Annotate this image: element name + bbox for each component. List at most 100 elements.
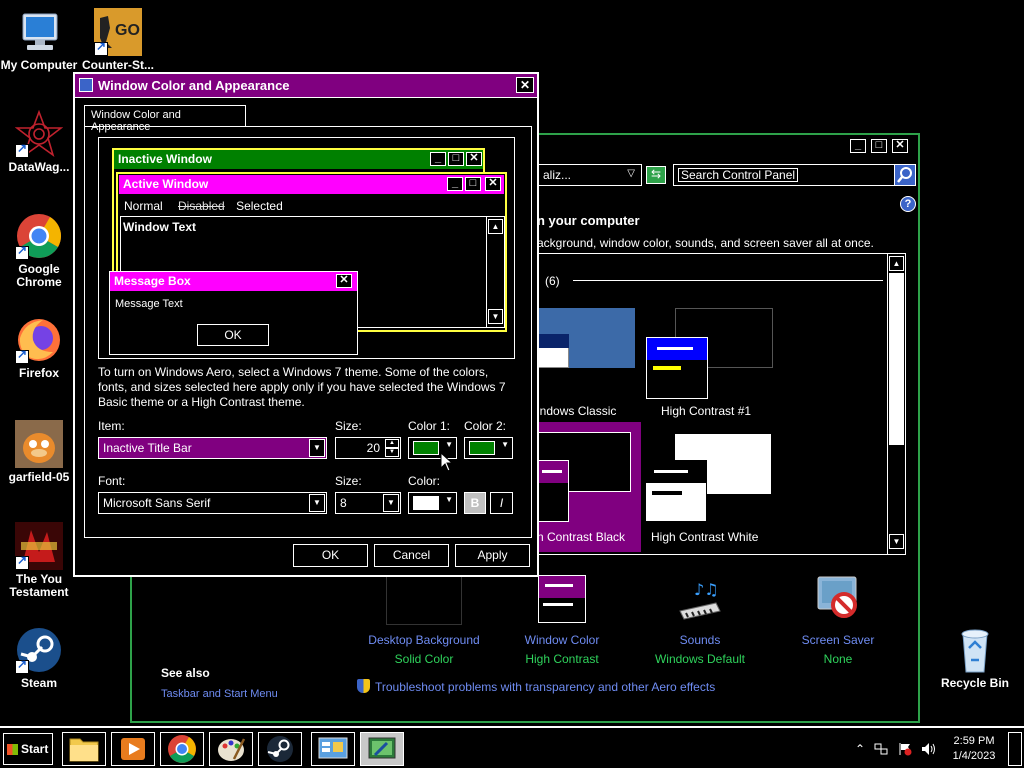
- show-hidden-icons-button[interactable]: ⌃: [855, 742, 865, 756]
- preview-scrollbar: ▲ ▼: [486, 217, 504, 327]
- dialog-app-icon: [79, 78, 93, 92]
- search-input[interactable]: Search Control Panel: [678, 168, 799, 182]
- font-color-button[interactable]: ▼: [408, 492, 457, 514]
- screen-saver-link[interactable]: Screen Saver None: [778, 575, 898, 666]
- spin-down-button[interactable]: ▼: [385, 448, 399, 457]
- theme-high-contrast-1[interactable]: [646, 308, 773, 399]
- theme-label: High Contrast White: [651, 530, 759, 544]
- window-color-link[interactable]: Window Color High Contrast: [502, 575, 622, 666]
- cancel-button[interactable]: Cancel: [374, 544, 449, 567]
- desktop-icon-label: My Computer: [0, 58, 78, 72]
- window-color-icon: [538, 575, 586, 623]
- tab-window-color-appearance[interactable]: Window Color and Appearance: [84, 105, 246, 133]
- see-also-heading: See also: [161, 666, 210, 680]
- apply-button[interactable]: Apply: [455, 544, 530, 567]
- menu-selected: Selected: [236, 199, 283, 213]
- desktop-icon-google-chrome[interactable]: Google Chrome: [0, 212, 81, 289]
- steam-icon: [267, 736, 293, 762]
- page-heading: n your computer: [537, 213, 640, 228]
- desktop-icon-label: Google Chrome: [16, 262, 62, 289]
- spin-up-button[interactable]: ▲: [385, 439, 399, 448]
- refresh-icon: ⇆: [650, 167, 662, 181]
- desktop-icon-my-computer[interactable]: My Computer: [0, 8, 81, 72]
- scroll-thumb[interactable]: [889, 273, 904, 445]
- svg-text:♪♫: ♪♫: [694, 580, 719, 599]
- color2-swatch: [469, 441, 495, 455]
- theme-high-contrast-white[interactable]: [645, 434, 775, 524]
- preview-menu-bar: Normal Disabled Selected: [124, 199, 283, 213]
- ok-button[interactable]: OK: [293, 544, 368, 567]
- refresh-button[interactable]: ⇆: [646, 166, 666, 184]
- scroll-up-button[interactable]: ▲: [889, 256, 904, 271]
- preview-message-box[interactable]: Message Box ✕ Message Text OK: [109, 271, 358, 355]
- color2-button[interactable]: ▼: [464, 437, 513, 459]
- taskbar-personalization[interactable]: [360, 732, 404, 766]
- desktop-icon-garfield[interactable]: garfield-05: [0, 420, 81, 484]
- action-center-flag-icon[interactable]: [898, 742, 912, 759]
- size-label: Size:: [335, 419, 362, 433]
- desktop-icon-label: DataWag...: [8, 160, 70, 174]
- taskbar-chrome[interactable]: [160, 732, 204, 766]
- start-button[interactable]: Start: [3, 733, 53, 765]
- theme-group-count: (6): [545, 274, 560, 288]
- taskbar-clock[interactable]: 2:59 PM 1/4/2023: [950, 734, 998, 764]
- taskbar-explorer[interactable]: [62, 732, 106, 766]
- volume-icon[interactable]: [921, 742, 937, 759]
- you-testament-icon: [15, 522, 63, 570]
- minimize-button: _: [430, 152, 446, 166]
- shield-icon: [357, 679, 370, 693]
- show-desktop-button[interactable]: [1008, 732, 1022, 766]
- shortcut-arrow-icon: [94, 40, 108, 56]
- clock-date: 1/4/2023: [952, 750, 996, 762]
- troubleshoot-link[interactable]: Troubleshoot problems with transparency …: [357, 679, 715, 694]
- dialog-close-button[interactable]: ✕: [516, 77, 534, 93]
- dialog-titlebar: Window Color and Appearance ✕: [75, 74, 537, 98]
- search-box[interactable]: Search Control Panel: [673, 164, 895, 186]
- desktop-icon-counter-strike[interactable]: GO Counter-St...: [76, 8, 160, 72]
- windows-logo-icon: [7, 744, 18, 755]
- address-bar[interactable]: aliz... ▽: [536, 164, 642, 186]
- desktop-icon-firefox[interactable]: Firefox: [0, 316, 81, 380]
- theme-preview-window: [645, 460, 707, 522]
- scroll-down-button[interactable]: ▼: [889, 534, 904, 549]
- taskbar-media-player[interactable]: [111, 732, 155, 766]
- close-button[interactable]: ✕: [892, 139, 908, 153]
- font-label: Font:: [98, 474, 126, 488]
- bold-button[interactable]: B: [464, 492, 486, 514]
- maximize-button[interactable]: □: [871, 139, 887, 153]
- theme-windows-classic[interactable]: [537, 308, 637, 368]
- chevron-down-icon: ▼: [309, 494, 325, 512]
- sounds-icon: ♪♫: [676, 575, 724, 623]
- italic-button[interactable]: I: [490, 492, 513, 514]
- preview-ok-button: OK: [197, 324, 269, 346]
- sounds-link[interactable]: ♪♫ Sounds Windows Default: [640, 575, 760, 666]
- desktop-icon-steam[interactable]: Steam: [0, 626, 81, 690]
- item-select[interactable]: Inactive Title Bar ▼: [98, 437, 327, 459]
- desktop-icon-label: Counter-St...: [82, 58, 154, 72]
- theme-list-scrollbar[interactable]: ▲ ▼: [887, 254, 905, 554]
- help-button[interactable]: ?: [900, 196, 916, 212]
- network-icon[interactable]: [874, 742, 888, 759]
- menu-normal: Normal: [124, 199, 163, 213]
- appearance-preview: Inactive Window _ □ ✕ Active Window _ □ …: [98, 137, 515, 359]
- taskbar-paint[interactable]: [209, 732, 253, 766]
- theme-label: indows Classic: [537, 404, 617, 418]
- font-size-label: Size:: [335, 474, 362, 488]
- dialog-title: Window Color and Appearance: [98, 78, 290, 93]
- theme-preview-window: [537, 460, 569, 522]
- desktop-icon-datawag[interactable]: DataWag...: [0, 109, 81, 174]
- minimize-button[interactable]: _: [850, 139, 866, 153]
- taskbar-steam[interactable]: [258, 732, 302, 766]
- taskbar-start-menu-link[interactable]: Taskbar and Start Menu: [161, 688, 278, 700]
- desktop-icon-recycle-bin[interactable]: Recycle Bin: [933, 626, 1017, 690]
- desktop-background-link[interactable]: Desktop Background Solid Color: [364, 575, 484, 666]
- preview-message-box-titlebar: Message Box ✕: [110, 272, 357, 291]
- taskbar-control-panel[interactable]: [311, 732, 355, 766]
- folder-icon: [69, 738, 99, 762]
- group-divider: [573, 280, 883, 281]
- size-spinner[interactable]: 20 ▲ ▼: [335, 437, 401, 459]
- font-select[interactable]: Microsoft Sans Serif ▼: [98, 492, 327, 514]
- desktop-icon-you-testament[interactable]: The You Testament: [0, 522, 81, 599]
- search-button[interactable]: [894, 164, 916, 186]
- font-size-select[interactable]: 8 ▼: [335, 492, 401, 514]
